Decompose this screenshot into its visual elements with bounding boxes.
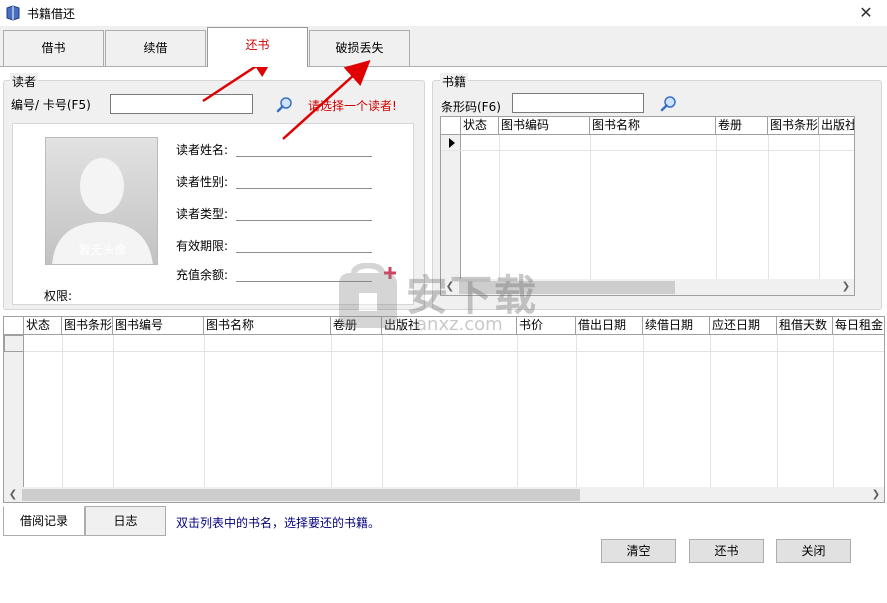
books-new-row[interactable] (441, 135, 854, 151)
barcode-input[interactable] (512, 93, 644, 113)
books-col-name[interactable]: 图书名称 (590, 117, 716, 135)
reader-type-value (236, 220, 372, 221)
loans-hscroll-thumb[interactable] (22, 489, 580, 501)
reader-id-label: 编号/ 卡号(F5) (11, 98, 91, 112)
books-group-label: 书籍 (440, 73, 469, 90)
tab-log[interactable]: 日志 (85, 506, 166, 536)
loans-col-rent-days[interactable]: 租借天数 (777, 317, 833, 335)
books-col-volume[interactable]: 卷册 (716, 117, 768, 135)
app-book-icon (6, 5, 20, 21)
reader-name-label: 读者姓名: (176, 143, 229, 157)
select-reader-prompt: 请选择一个读者! (308, 99, 397, 113)
loans-col-status[interactable]: 状态 (24, 317, 62, 335)
loans-col-lend-date[interactable]: 借出日期 (576, 317, 643, 335)
reader-permission-label: 权限: (44, 289, 73, 303)
reader-validity-label: 有效期限: (176, 239, 229, 253)
books-col-status[interactable]: 状态 (461, 117, 499, 135)
scroll-right-icon[interactable]: ❯ (838, 279, 854, 295)
loans-col-name[interactable]: 图书名称 (204, 317, 331, 335)
loans-grid[interactable]: 状态 图书条形 图书编号 图书名称 卷册 出版社 书价 借出日期 续借日期 应还… (3, 316, 885, 503)
barcode-label: 条形码(F6) (441, 100, 501, 114)
close-button[interactable]: 关闭 (776, 539, 851, 563)
title-bar (0, 0, 887, 26)
loans-scroll-left-icon[interactable]: ❮ (5, 487, 21, 502)
books-grid[interactable]: 状态 图书编码 图书名称 卷册 图书条形 出版社 ❮ ❯ (440, 116, 855, 296)
add-icon[interactable] (382, 265, 398, 281)
reader-id-input[interactable] (110, 94, 253, 114)
loans-col-publisher[interactable]: 出版社 (382, 317, 517, 335)
loans-row-indicator[interactable] (4, 335, 24, 352)
loans-new-row[interactable] (24, 335, 884, 352)
reader-validity-value (236, 252, 372, 253)
row-pointer-icon (449, 138, 455, 148)
loans-col-code[interactable]: 图书编号 (113, 317, 204, 335)
reader-gender-label: 读者性别: (176, 175, 229, 189)
reader-group-label: 读者 (10, 73, 39, 90)
reader-balance-label: 充值余额: (176, 268, 229, 282)
books-hscroll-thumb[interactable] (459, 281, 675, 294)
tab-damage-loss[interactable]: 破损丢失 (309, 30, 410, 66)
loans-scroll-right-icon[interactable]: ❯ (868, 487, 884, 502)
photo-caption: 暂无头像 (78, 243, 127, 257)
loans-col-volume[interactable]: 卷册 (331, 317, 382, 335)
tab-return[interactable]: 还书 (207, 27, 308, 67)
reader-type-label: 读者类型: (176, 207, 229, 221)
clear-button[interactable]: 清空 (601, 539, 676, 563)
reader-name-value (236, 156, 372, 157)
close-window-button[interactable]: ✕ (855, 2, 877, 24)
return-button[interactable]: 还书 (689, 539, 764, 563)
reader-gender-value (236, 188, 372, 189)
window-title: 书籍借还 (27, 7, 76, 21)
books-col-code[interactable]: 图书编码 (499, 117, 590, 135)
reader-photo: 暂无头像 (45, 137, 158, 265)
tab-borrow-records[interactable]: 借阅记录 (3, 506, 85, 536)
loans-col-renew-date[interactable]: 续借日期 (643, 317, 710, 335)
loans-col-due-date[interactable]: 应还日期 (710, 317, 777, 335)
tab-renew[interactable]: 续借 (105, 30, 206, 66)
loans-col-barcode[interactable]: 图书条形 (62, 317, 113, 335)
reader-balance-value (236, 281, 372, 282)
tab-borrow[interactable]: 借书 (3, 30, 104, 66)
books-col-publisher[interactable]: 出版社 (819, 117, 854, 135)
loans-col-daily-rent[interactable]: 每日租金 (833, 317, 884, 335)
loans-col-price[interactable]: 书价 (517, 317, 576, 335)
books-col-barcode[interactable]: 图书条形 (768, 117, 819, 135)
hint-text: 双击列表中的书名，选择要还的书籍。 (176, 516, 381, 530)
barcode-search-icon[interactable] (660, 95, 678, 113)
scroll-left-icon[interactable]: ❮ (442, 279, 458, 295)
reader-search-icon[interactable] (276, 96, 294, 114)
